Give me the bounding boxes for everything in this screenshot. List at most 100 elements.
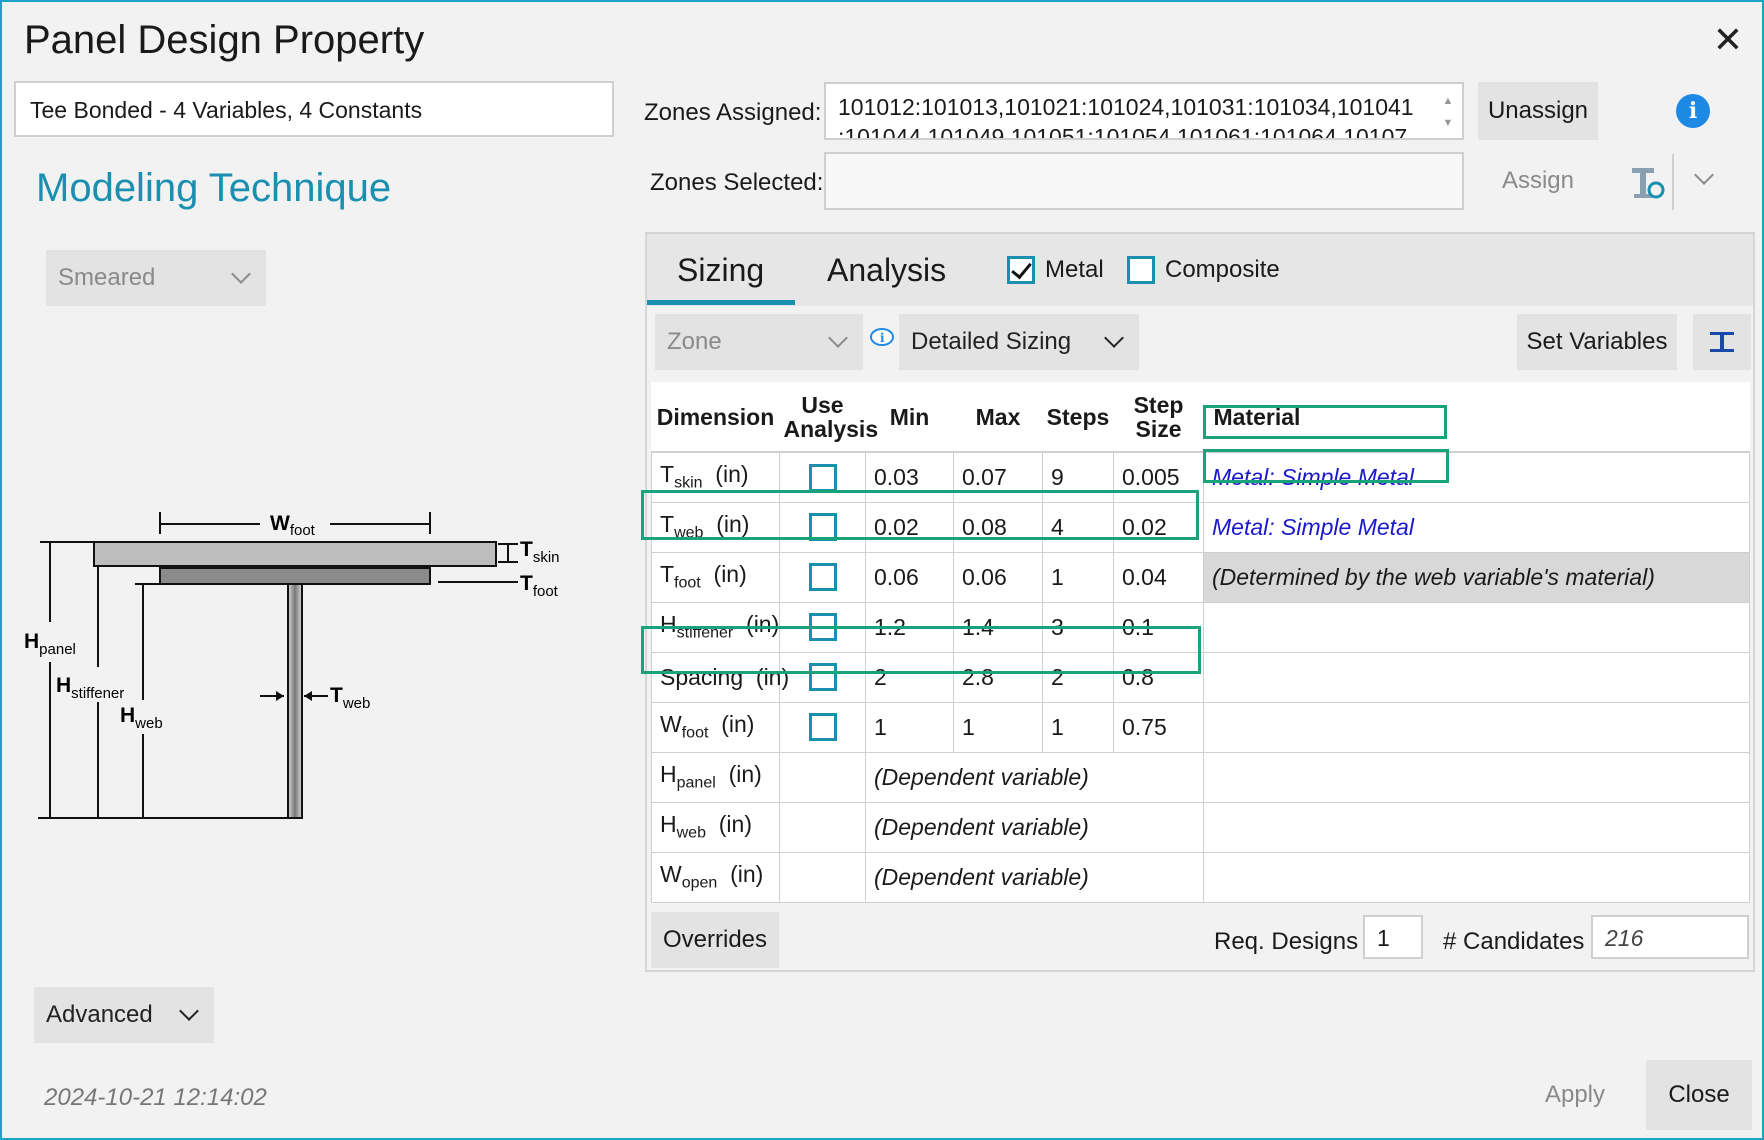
dimension-cell: Tweb (in) xyxy=(651,501,780,553)
close-button[interactable]: Close xyxy=(1646,1060,1752,1130)
info-bubble-icon[interactable]: i xyxy=(869,328,895,348)
steps-cell[interactable]: 4 xyxy=(1042,501,1114,553)
min-cell[interactable]: 1.2 xyxy=(865,601,954,653)
steps-cell[interactable]: 2 xyxy=(1042,651,1114,703)
modeling-technique-heading: Modeling Technique xyxy=(36,166,392,210)
req-designs-label: Req. Designs xyxy=(1214,928,1359,955)
sizing-mode-value: Detailed Sizing xyxy=(911,328,1072,355)
max-cell[interactable]: 0.08 xyxy=(953,501,1043,553)
material-cell[interactable]: Metal: Simple Metal xyxy=(1203,451,1750,503)
use-analysis-checkbox[interactable] xyxy=(808,563,837,592)
advanced-dropdown[interactable]: Advanced xyxy=(34,987,214,1043)
use-analysis-cell xyxy=(779,801,866,853)
step-size-cell[interactable]: 0.75 xyxy=(1113,701,1204,753)
use-analysis-cell xyxy=(779,551,866,603)
use-analysis-cell xyxy=(779,451,866,503)
tab-sizing[interactable]: Sizing xyxy=(677,252,764,289)
use-analysis-checkbox[interactable] xyxy=(808,713,837,742)
candidates-field: 216 xyxy=(1591,915,1749,959)
use-analysis-cell xyxy=(779,851,866,903)
unassign-button[interactable]: Unassign xyxy=(1478,82,1598,140)
variables-table: Dimension Use Analysis Min Max Steps Step… xyxy=(651,382,1750,903)
use-analysis-cell xyxy=(779,501,866,553)
steps-cell[interactable]: 1 xyxy=(1042,701,1114,753)
stiffener-tool-icon[interactable] xyxy=(1630,164,1666,200)
max-cell[interactable]: 2.8 xyxy=(953,651,1043,703)
max-cell[interactable]: 1.4 xyxy=(953,601,1043,653)
use-analysis-cell xyxy=(779,601,866,653)
max-cell[interactable]: 0.06 xyxy=(953,551,1043,603)
req-designs-input[interactable]: 1 xyxy=(1363,915,1423,959)
info-icon[interactable]: i xyxy=(1676,94,1710,128)
header-steps: Steps xyxy=(1042,382,1114,453)
min-cell[interactable]: 0.06 xyxy=(865,551,954,603)
material-cell xyxy=(1203,651,1750,703)
design-name-field[interactable]: Tee Bonded - 4 Variables, 4 Constants xyxy=(14,81,614,137)
table-row: Spacing (in) 2 2.8 2 0.8 xyxy=(651,651,1750,703)
sizing-mode-dropdown[interactable]: Detailed Sizing xyxy=(899,314,1139,370)
assign-button[interactable]: Assign xyxy=(1478,152,1598,210)
set-variables-button[interactable]: Set Variables xyxy=(1517,314,1677,370)
tab-bar: Sizing Analysis Metal Composite xyxy=(647,234,1753,306)
table-row: Wopen (in) (Dependent variable) xyxy=(651,851,1750,903)
dimension-cell: Tfoot (in) xyxy=(651,551,780,603)
use-analysis-checkbox[interactable] xyxy=(808,513,837,542)
header-step-size: Step Size xyxy=(1113,382,1204,453)
svg-text:i: i xyxy=(880,331,885,345)
composite-label: Composite xyxy=(1165,256,1280,283)
steps-cell[interactable]: 3 xyxy=(1042,601,1114,653)
use-analysis-cell xyxy=(779,701,866,753)
dependent-variable-cell: (Dependent variable) xyxy=(865,851,1204,903)
min-cell[interactable]: 0.03 xyxy=(865,451,954,503)
modeling-technique-dropdown[interactable]: Smeared xyxy=(46,250,266,306)
advanced-label: Advanced xyxy=(46,1001,153,1028)
metal-checkbox[interactable] xyxy=(1007,256,1035,284)
overrides-button[interactable]: Overrides xyxy=(651,912,779,968)
toolbar-separator xyxy=(1672,154,1674,210)
material-cell xyxy=(1203,851,1750,903)
steps-cell[interactable]: 9 xyxy=(1042,451,1114,503)
candidates-label: # Candidates xyxy=(1443,928,1585,955)
min-cell[interactable]: 1 xyxy=(865,701,954,753)
chevron-down-icon xyxy=(179,1001,199,1021)
dependent-variable-cell: (Dependent variable) xyxy=(865,751,1204,803)
use-analysis-checkbox[interactable] xyxy=(808,663,837,692)
close-window-icon[interactable]: ✕ xyxy=(1708,20,1748,60)
scroll-arrows-icon[interactable]: ▲ ▼ xyxy=(1440,90,1456,134)
min-cell[interactable]: 2 xyxy=(865,651,954,703)
use-analysis-checkbox[interactable] xyxy=(808,613,837,642)
apply-button[interactable]: Apply xyxy=(1520,1060,1630,1130)
modeling-technique-value: Smeared xyxy=(58,264,156,291)
zone-dropdown[interactable]: Zone xyxy=(655,314,863,370)
sizing-panel: Sizing Analysis Metal Composite Zone i D… xyxy=(641,232,1755,972)
steps-cell[interactable]: 1 xyxy=(1042,551,1114,603)
dimension-cell: Wfoot (in) xyxy=(651,701,780,753)
min-cell[interactable]: 0.02 xyxy=(865,501,954,553)
tab-analysis[interactable]: Analysis xyxy=(827,252,946,289)
chevron-down-icon[interactable] xyxy=(1692,164,1722,194)
use-analysis-checkbox[interactable] xyxy=(808,463,837,492)
composite-checkbox[interactable] xyxy=(1127,256,1155,284)
max-cell[interactable]: 0.07 xyxy=(953,451,1043,503)
step-size-cell[interactable]: 0.04 xyxy=(1113,551,1204,603)
panel-design-property-window: Panel Design Property ✕ Tee Bonded - 4 V… xyxy=(0,0,1764,1140)
step-size-cell[interactable]: 0.02 xyxy=(1113,501,1204,553)
header-dimension: Dimension xyxy=(651,382,780,453)
max-cell[interactable]: 1 xyxy=(953,701,1043,753)
zones-selected-field[interactable] xyxy=(824,152,1464,210)
material-cell xyxy=(1203,751,1750,803)
t-web-label: Tweb xyxy=(330,684,370,712)
header-max: Max xyxy=(953,382,1043,453)
use-analysis-cell xyxy=(779,651,866,703)
zones-assigned-field[interactable]: 101012:101013,101021:101024,101031:10103… xyxy=(824,82,1464,140)
material-cell xyxy=(1203,601,1750,653)
material-cell[interactable]: Metal: Simple Metal xyxy=(1203,501,1750,553)
step-size-cell[interactable]: 0.8 xyxy=(1113,651,1204,703)
table-row: Tskin (in) 0.03 0.07 9 0.005 Metal: Simple Me… xyxy=(651,451,1750,503)
beam-section-button[interactable] xyxy=(1693,314,1751,370)
t-foot-label: Tfoot xyxy=(520,572,559,600)
step-size-cell[interactable]: 0.005 xyxy=(1113,451,1204,503)
dimension-cell: Hstiffener (in) xyxy=(651,601,780,653)
step-size-cell[interactable]: 0.1 xyxy=(1113,601,1204,653)
i-beam-icon xyxy=(1710,332,1734,352)
